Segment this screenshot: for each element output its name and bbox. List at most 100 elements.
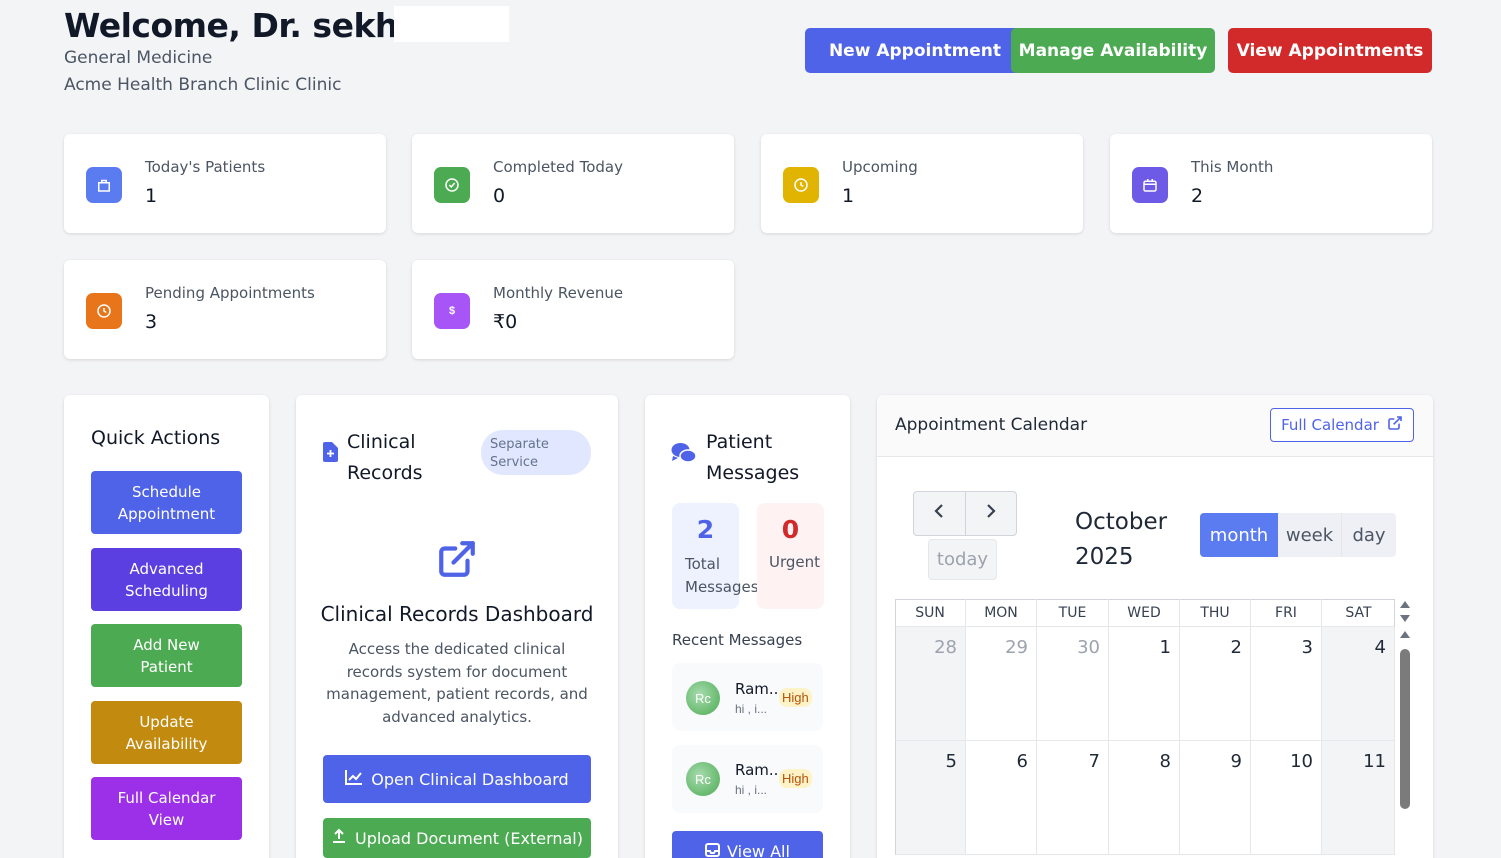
total-messages-count: 2: [696, 515, 715, 544]
next-month-button[interactable]: [966, 492, 1017, 535]
calendar-day-cell[interactable]: 4: [1322, 627, 1395, 741]
calendar-month-title: October 2025: [1075, 505, 1167, 575]
scroll-up-arrow-icon[interactable]: [1400, 631, 1410, 638]
document-icon: [323, 442, 338, 467]
schedule-appointment-button[interactable]: Schedule Appointment: [91, 471, 242, 534]
bag-icon: [86, 167, 122, 203]
stat-label: Today's Patients: [145, 158, 266, 176]
appointment-calendar-panel: Appointment Calendar Full Calendar today…: [877, 395, 1433, 858]
dollar-icon: $: [434, 293, 470, 329]
calendar-icon: [1132, 167, 1168, 203]
open-clinical-dashboard-button[interactable]: Open Clinical Dashboard: [323, 755, 591, 803]
stat-label: Monthly Revenue: [493, 284, 624, 302]
stat-label: Completed Today: [493, 158, 623, 176]
calendar-day-cell[interactable]: 11: [1322, 741, 1395, 855]
weekday-header: SUN: [895, 599, 966, 627]
calendar-day-cell[interactable]: 5: [895, 741, 966, 855]
day-view-button[interactable]: day: [1342, 513, 1396, 557]
urgent-messages-count: 0: [781, 515, 800, 544]
weekday-header: MON: [966, 599, 1037, 627]
specialty-text: General Medicine: [64, 48, 213, 68]
clinical-records-title: Clinical Records: [347, 431, 423, 484]
external-link-icon: [436, 538, 478, 585]
weekday-header: SAT: [1345, 605, 1372, 621]
advanced-scheduling-button[interactable]: Advanced Scheduling: [91, 548, 242, 611]
scroll-up-arrow-icon[interactable]: [1400, 601, 1410, 608]
month-view-button[interactable]: month: [1200, 513, 1278, 557]
view-all-label: View All: [727, 841, 790, 858]
urgent-messages-label: Urgent: [768, 553, 821, 571]
full-calendar-button[interactable]: Full Calendar: [1270, 408, 1414, 442]
calendar-day-cell[interactable]: 28: [895, 627, 966, 741]
priority-badge: High: [779, 769, 812, 788]
week-view-button[interactable]: week: [1278, 513, 1342, 557]
quick-actions-title: Quick Actions: [91, 427, 221, 449]
scroll-down-arrow-icon[interactable]: [1400, 615, 1410, 622]
calendar-day-cell[interactable]: 10: [1251, 741, 1322, 855]
calendar-day-cell[interactable]: 9: [1180, 741, 1251, 855]
total-messages-box: 2 Total Messages: [672, 503, 759, 609]
calendar-day-cell[interactable]: 7: [1037, 741, 1109, 855]
weekday-header: TUE: [1037, 599, 1109, 627]
view-all-messages-button[interactable]: View All: [672, 831, 823, 858]
clinical-description: Access the dedicated clinical records sy…: [326, 640, 588, 726]
stat-label: Upcoming: [842, 158, 918, 176]
scrollbar-thumb[interactable]: [1400, 649, 1410, 809]
stat-card-completed-today: Completed Today 0: [412, 134, 734, 233]
calendar-header: Appointment Calendar Full Calendar: [877, 395, 1433, 457]
calendar-view-toggle: month week day: [1200, 513, 1396, 557]
avatar: Rc: [686, 762, 720, 796]
stat-label: This Month: [1191, 158, 1274, 176]
calendar-day-cell[interactable]: 3: [1251, 627, 1322, 741]
avatar: Rc: [686, 681, 720, 715]
stat-card-pending-appointments: Pending Appointments 3: [64, 260, 386, 359]
calendar-day-cell[interactable]: 29: [966, 627, 1037, 741]
priority-badge: High: [779, 688, 812, 707]
weekday-header: THU: [1180, 599, 1251, 627]
chevron-left-icon: [933, 503, 945, 524]
calendar-year-label: 2025: [1075, 544, 1134, 570]
today-button[interactable]: today: [928, 539, 997, 580]
message-item[interactable]: Rc Ram... hi , i... High: [672, 663, 823, 731]
new-appointment-button[interactable]: New Appointment: [805, 28, 1025, 73]
total-messages-label: Total Messages: [685, 555, 759, 596]
prev-month-button[interactable]: [914, 492, 966, 535]
separate-service-badge: Separate Service: [481, 430, 591, 475]
message-sender: Ram...: [735, 761, 784, 779]
message-preview: hi , i...: [735, 702, 768, 716]
calendar-scrollbar[interactable]: [1397, 599, 1413, 858]
stat-value: 3: [145, 311, 158, 333]
dashboard-page: Welcome, Dr. sekhar General Medicine Acm…: [4, 0, 1492, 858]
calendar-day-cell[interactable]: 30: [1037, 627, 1109, 741]
clock-icon: [783, 167, 819, 203]
stat-value: 1: [842, 185, 855, 207]
message-sender: Ram...: [735, 680, 784, 698]
clock-icon: [86, 293, 122, 329]
calendar-day-cell[interactable]: 1: [1109, 627, 1180, 741]
open-clinical-dashboard-label: Open Clinical Dashboard: [371, 769, 569, 789]
update-availability-button[interactable]: Update Availability: [91, 701, 242, 764]
full-calendar-view-button[interactable]: Full Calendar View: [91, 777, 242, 840]
chart-icon: [345, 769, 363, 789]
chevron-right-icon: [985, 503, 997, 524]
manage-availability-button[interactable]: Manage Availability: [1011, 28, 1215, 73]
stat-value: ₹0: [493, 311, 518, 333]
external-link-icon: [1387, 415, 1403, 435]
upload-document-button[interactable]: Upload Document (External): [323, 818, 591, 858]
stat-card-monthly-revenue: $ Monthly Revenue ₹0: [412, 260, 734, 359]
view-appointments-button[interactable]: View Appointments: [1228, 28, 1432, 73]
calendar-day-cell[interactable]: 8: [1109, 741, 1180, 855]
stat-value: 1: [145, 185, 158, 207]
patient-messages-panel: Patient Messages 2 Total Messages 0 Urge…: [645, 395, 850, 858]
weekday-header: WED: [1109, 599, 1180, 627]
chat-icon: [671, 442, 697, 469]
message-preview: hi , i...: [735, 783, 768, 797]
stat-card-todays-patients: Today's Patients 1: [64, 134, 386, 233]
message-item[interactable]: Rc Ram... hi , i... High: [672, 745, 823, 813]
check-circle-icon: [434, 167, 470, 203]
upload-icon: [331, 828, 347, 848]
calendar-day-cell[interactable]: 2: [1180, 627, 1251, 741]
calendar-day-cell[interactable]: 6: [966, 741, 1037, 855]
add-new-patient-button[interactable]: Add New Patient: [91, 624, 242, 687]
urgent-messages-box: 0 Urgent: [757, 503, 824, 609]
